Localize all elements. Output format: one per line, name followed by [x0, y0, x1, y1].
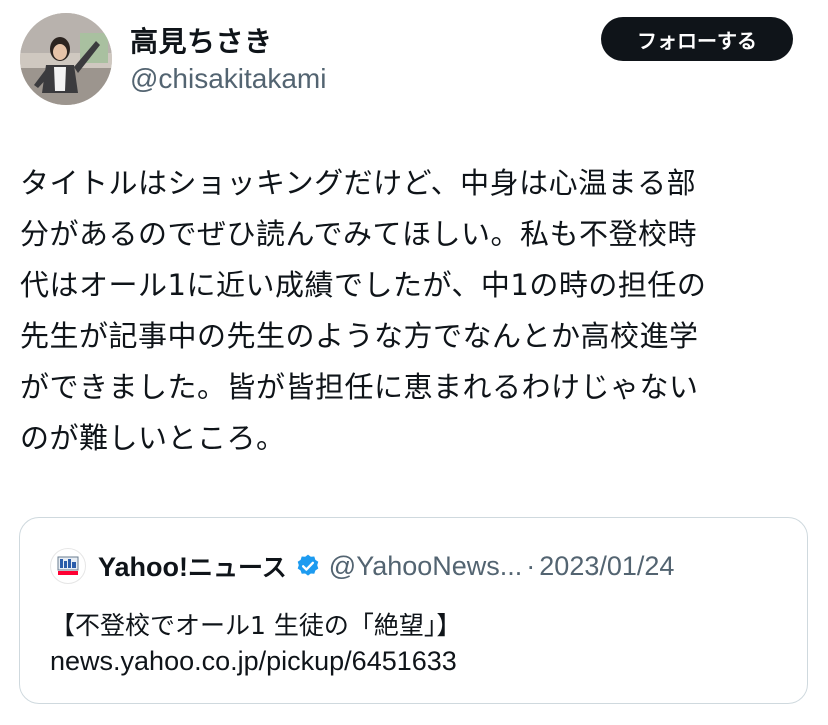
author-handle[interactable]: @chisakitakami [130, 63, 326, 95]
avatar[interactable] [20, 13, 112, 105]
quoted-author-name-prefix: Yahoo! [98, 552, 189, 582]
profile-photo-icon [20, 13, 112, 105]
quoted-tweet-date[interactable]: 2023/01/24 [539, 551, 674, 582]
separator-dot: · [526, 550, 536, 581]
yahoo-news-logo-icon[interactable] [50, 548, 86, 584]
tweet-line: タイトルはショッキングだけど、中身は心温まる部 [20, 166, 697, 200]
tweet-line: 先生が記事中の先生のような方でなんとか高校進学 [20, 319, 699, 353]
tweet-text: タイトルはショッキングだけど、中身は心温まる部 分があるのでぜひ読んでみてほしい… [20, 158, 810, 464]
quoted-tweet-title: 【不登校でオール1 生徒の「絶望」】 [50, 611, 462, 640]
tweet-line: ができました。皆が皆担任に恵まれるわけじゃない [20, 370, 699, 404]
tweet-line: のが難しいところ。 [20, 421, 286, 455]
author-display-name[interactable]: 高見ちさき [130, 20, 273, 60]
quoted-tweet-card[interactable]: Yahoo!ニュース @YahooNews... · 2023/01/24 【不… [19, 517, 808, 704]
quoted-author-handle[interactable]: @YahooNews... [329, 551, 523, 582]
quoted-tweet-header: Yahoo!ニュース @YahooNews... · 2023/01/24 [50, 546, 674, 586]
quoted-author-name-suffix: ニュース [188, 553, 287, 582]
verified-badge-icon [297, 554, 319, 576]
quoted-tweet-link[interactable]: news.yahoo.co.jp/pickup/6451633 [50, 646, 457, 677]
tweet-line: 代はオール1に近い成績でしたが、中1の時の担任の [20, 268, 707, 302]
tweet-line: 分があるのでぜひ読んでみてほしい。私も不登校時 [20, 217, 698, 251]
quoted-author-name[interactable]: Yahoo!ニュース [98, 548, 287, 584]
follow-button[interactable]: フォローする [601, 17, 793, 61]
